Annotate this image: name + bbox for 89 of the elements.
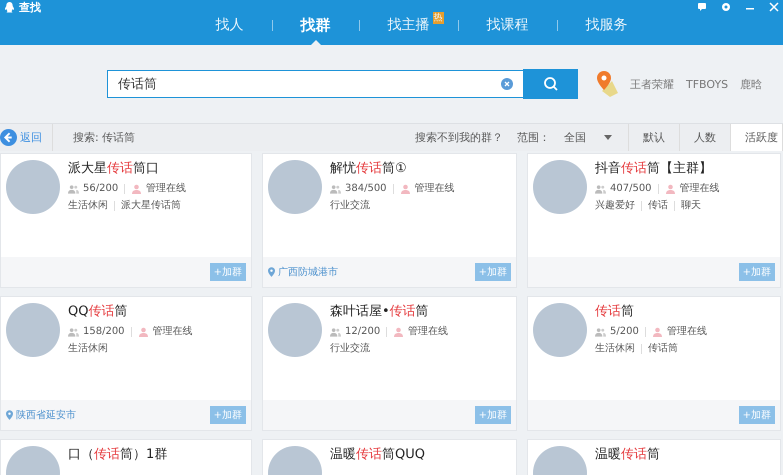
back-button[interactable]: 返回	[0, 124, 53, 151]
person-icon	[652, 326, 663, 336]
group-tag: 聊天	[681, 197, 701, 214]
caret-icon	[604, 135, 612, 140]
nav-tab[interactable]: 找服务	[558, 14, 656, 45]
group-card[interactable]: 抖音传话筒【主群】 407/500 管理在线 兴趣爱好 传话 聊天 +加群	[527, 153, 781, 288]
member-count: 158/200	[83, 325, 125, 339]
search-icon	[542, 76, 558, 92]
location-link[interactable]: 广西防城港市	[268, 265, 338, 279]
nav-tab[interactable]: 找人	[188, 14, 272, 45]
person-icon	[131, 184, 142, 194]
group-card[interactable]: 森叶话屋•传话筒 12/200 管理在线 行业交流 +加群	[262, 296, 517, 431]
person-icon	[138, 326, 149, 336]
person-icon	[393, 326, 404, 336]
group-name: 森叶话屋•传话筒	[330, 303, 430, 321]
group-name: QQ传话筒	[68, 303, 128, 321]
group-tag: 传话	[648, 197, 668, 214]
sort-tab[interactable]: 活跃度	[731, 124, 783, 151]
group-tag: 行业交流	[330, 340, 370, 357]
group-name: 抖音传话筒【主群】	[595, 160, 713, 178]
group-name: 口（传话筒）1群	[68, 446, 168, 464]
people-icon	[330, 326, 341, 336]
search-button[interactable]	[523, 69, 578, 99]
member-count: 5/200	[610, 325, 639, 339]
map-pin-icon[interactable]	[594, 69, 620, 99]
group-tag: 生活休闲	[68, 340, 108, 357]
group-name: 派大星传话筒口	[68, 160, 160, 178]
people-icon	[330, 184, 341, 194]
group-card[interactable]: 口（传话筒）1群	[0, 439, 252, 475]
hot-search-link[interactable]: TFBOYS	[686, 78, 728, 90]
clear-icon[interactable]	[501, 78, 513, 90]
hot-search-link[interactable]: 鹿晗	[740, 76, 762, 92]
close-icon[interactable]	[769, 2, 779, 12]
member-count: 56/200	[83, 182, 118, 196]
admin-status: 管理在线	[680, 182, 720, 196]
nav-tab[interactable]: 找主播 热	[360, 14, 458, 45]
group-card[interactable]: 解忧传话筒① 384/500 管理在线 行业交流 广西防城港市 +加群	[262, 153, 517, 288]
nav-tab[interactable]: 找群	[272, 14, 358, 45]
admin-status: 管理在线	[408, 324, 448, 339]
people-icon	[595, 184, 606, 194]
settings-icon[interactable]	[721, 2, 731, 12]
group-name: 温暖传话筒QUQ	[330, 446, 425, 464]
member-count: 407/500	[610, 182, 652, 196]
admin-status: 管理在线	[152, 324, 193, 339]
person-icon	[400, 184, 411, 194]
admin-status: 管理在线	[666, 324, 707, 339]
person-icon	[664, 184, 676, 194]
hot-search-link[interactable]: 王者荣耀	[630, 76, 674, 92]
feedback-icon[interactable]	[697, 2, 707, 12]
group-name: 传话筒	[595, 303, 635, 321]
avatar-placeholder	[533, 160, 587, 214]
group-tag: 生活休闲	[68, 197, 108, 214]
range-label: 范围：	[517, 130, 550, 145]
avatar-placeholder	[6, 303, 60, 357]
people-icon	[68, 326, 79, 336]
admin-status: 管理在线	[414, 182, 455, 196]
group-tag: 兴趣爱好	[595, 197, 635, 214]
range-dropdown[interactable]: 全国	[550, 124, 629, 151]
group-tag: 传话筒	[648, 340, 678, 357]
hot-badge: 热	[432, 12, 444, 24]
group-tag: 派大星传话筒	[121, 197, 181, 214]
pin-icon	[268, 267, 275, 277]
nav-tab[interactable]: 找课程	[458, 14, 556, 45]
avatar-placeholder	[268, 160, 322, 214]
avatar-placeholder	[6, 160, 60, 214]
group-card[interactable]: 温暖传话筒	[527, 439, 781, 475]
group-card[interactable]: 派大星传话筒口 56/200 管理在线 生活休闲 派大星传话筒 +加群	[0, 153, 252, 288]
search-query-label: 搜索: 传话筒	[73, 130, 136, 145]
pin-icon	[6, 410, 13, 420]
people-icon	[595, 326, 606, 336]
member-count: 12/200	[345, 325, 380, 339]
help-link[interactable]: 搜索不到我的群？	[415, 130, 503, 145]
group-card[interactable]: 温暖传话筒QUQ	[262, 439, 517, 475]
penguin-icon	[4, 0, 15, 14]
group-tag: 行业交流	[330, 197, 370, 214]
group-card[interactable]: QQ传话筒 158/200 管理在线 生活休闲 陕西省延安市 +加群	[0, 296, 252, 431]
avatar-placeholder	[533, 303, 587, 357]
avatar-placeholder	[268, 303, 322, 357]
group-card[interactable]: 传话筒 5/200 管理在线 生活休闲 传话筒 +加群	[527, 296, 781, 431]
group-name: 温暖传话筒	[595, 446, 660, 464]
location-link[interactable]: 陕西省延安市	[6, 408, 76, 422]
search-field[interactable]: 传话筒	[107, 70, 523, 98]
sort-tab[interactable]: 默认	[629, 124, 680, 151]
people-icon	[68, 184, 79, 194]
window-title: 查找	[19, 0, 41, 14]
group-tag: 生活休闲	[595, 340, 635, 357]
member-count: 384/500	[345, 182, 387, 196]
admin-status: 管理在线	[146, 182, 186, 196]
group-name: 解忧传话筒①	[330, 160, 408, 178]
